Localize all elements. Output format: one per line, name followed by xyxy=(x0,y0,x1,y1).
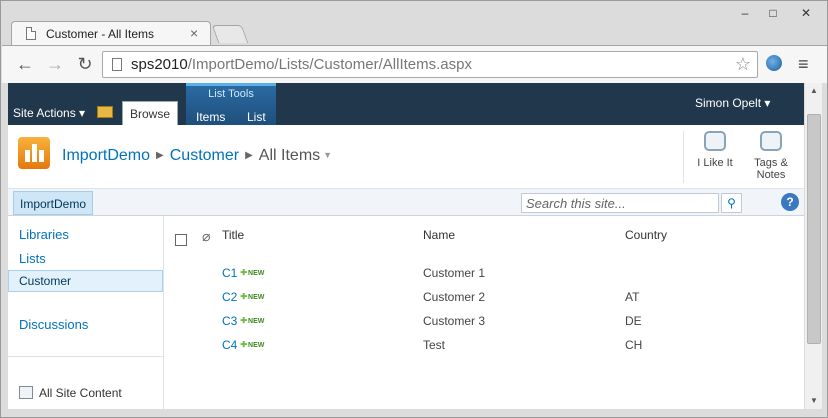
quick-launch: Libraries Lists Customer Discussions All… xyxy=(8,216,164,409)
title-area: ImportDemo ▶ Customer ▶ All Items ▼ I Like It… xyxy=(8,125,804,189)
topnav-site-link[interactable]: ImportDemo xyxy=(13,191,94,215)
breadcrumb-site[interactable]: ImportDemo xyxy=(62,147,150,164)
new-badge: NEW xyxy=(240,318,264,325)
divider xyxy=(8,356,163,357)
back-arrow-icon[interactable]: ← xyxy=(14,54,36,74)
breadcrumb-separator-icon: ▶ xyxy=(245,150,253,161)
all-site-content-link[interactable]: All Site Content xyxy=(19,386,122,400)
new-badge: NEW xyxy=(240,294,264,301)
breadcrumb-separator-icon: ▶ xyxy=(156,150,164,161)
document-icon xyxy=(26,27,36,40)
list-view: ⌀ Title Name Country C1NEW Customer 1 C2… xyxy=(164,216,804,409)
tab-list[interactable]: List xyxy=(247,110,266,124)
browser-tab[interactable]: Customer - All Items × xyxy=(11,21,211,45)
item-name: Customer 2 xyxy=(423,290,486,304)
folder-up-icon[interactable] xyxy=(97,106,113,118)
user-menu[interactable]: Simon Opelt ▾ xyxy=(695,96,770,110)
nav-lists[interactable]: Lists xyxy=(19,251,46,266)
item-name: Customer 1 xyxy=(423,266,486,280)
bookmark-star-icon[interactable]: ☆ xyxy=(735,54,751,75)
help-icon[interactable]: ? xyxy=(781,193,799,211)
item-title[interactable]: C4 xyxy=(222,338,237,352)
reload-icon[interactable]: ↻ xyxy=(74,54,96,74)
address-bar[interactable]: sps2010/ImportDemo/Lists/Customer/AllIte… xyxy=(102,51,758,78)
search-input[interactable]: Search this site... xyxy=(521,193,719,213)
tab-close-icon[interactable]: × xyxy=(190,25,198,41)
column-header-title[interactable]: Title xyxy=(222,228,244,242)
column-header-name[interactable]: Name xyxy=(423,228,455,242)
nav-customer[interactable]: Customer xyxy=(8,270,163,292)
column-header-country[interactable]: Country xyxy=(625,228,667,242)
new-badge: NEW xyxy=(240,270,264,277)
divider xyxy=(683,131,684,183)
nav-discussions[interactable]: Discussions xyxy=(19,317,88,332)
scrollbar-thumb[interactable] xyxy=(807,114,821,344)
breadcrumb-list[interactable]: Customer xyxy=(170,147,239,164)
tags-notes-button[interactable]: Tags & Notes xyxy=(746,131,796,181)
site-content-icon xyxy=(19,386,33,399)
scroll-up-icon[interactable]: ▲ xyxy=(805,83,823,99)
attachment-icon: ⌀ xyxy=(202,228,211,244)
tag-icon xyxy=(704,131,726,151)
url-text[interactable]: sps2010/ImportDemo/Lists/Customer/AllIte… xyxy=(131,56,472,73)
menu-icon[interactable]: ≡ xyxy=(798,54,809,74)
breadcrumb-view[interactable]: All Items xyxy=(259,147,320,164)
vertical-scrollbar[interactable]: ▲ ▼ xyxy=(804,83,822,409)
notes-icon xyxy=(760,131,782,151)
chevron-down-icon[interactable]: ▼ xyxy=(323,150,332,160)
page-icon xyxy=(112,58,122,71)
list-tools-label: List Tools xyxy=(208,88,254,100)
item-country: CH xyxy=(625,338,643,352)
browser-window: – □ ✕ Customer - All Items × ← → ↻ sps20… xyxy=(0,0,828,418)
scroll-down-icon[interactable]: ▼ xyxy=(805,393,823,409)
tab-browse[interactable]: Browse xyxy=(122,101,178,125)
item-country: AT xyxy=(625,290,640,304)
item-title[interactable]: C2 xyxy=(222,290,237,304)
ribbon-bar: Site Actions ▾ Browse List Tools Items L… xyxy=(8,83,804,125)
new-tab-button[interactable] xyxy=(211,25,249,43)
site-logo-icon[interactable] xyxy=(18,137,50,169)
new-badge: NEW xyxy=(240,342,264,349)
maximize-icon[interactable]: □ xyxy=(760,5,786,21)
breadcrumb: ImportDemo ▶ Customer ▶ All Items ▼ xyxy=(62,147,332,165)
select-all-checkbox[interactable] xyxy=(175,234,187,246)
item-title[interactable]: C1 xyxy=(222,266,237,280)
like-button[interactable]: I Like It xyxy=(690,131,740,169)
browser-toolbar: ← → ↻ sps2010/ImportDemo/Lists/Customer/… xyxy=(2,45,827,83)
list-tools-group: List Tools Items List xyxy=(186,83,276,125)
search-icon[interactable]: ⚲ xyxy=(721,193,742,213)
item-name: Test xyxy=(423,338,446,352)
item-country: DE xyxy=(625,314,642,328)
tab-title: Customer - All Items xyxy=(46,27,155,41)
globe-icon[interactable] xyxy=(766,55,782,71)
item-title[interactable]: C3 xyxy=(222,314,237,328)
close-window-icon[interactable]: ✕ xyxy=(788,5,824,21)
forward-arrow-icon[interactable]: → xyxy=(44,54,66,74)
item-name: Customer 3 xyxy=(423,314,486,328)
nav-libraries[interactable]: Libraries xyxy=(19,227,69,242)
site-actions-menu[interactable]: Site Actions ▾ xyxy=(13,106,85,120)
minimize-icon[interactable]: – xyxy=(732,5,758,21)
top-navigation: ImportDemo Search this site... ⚲ ? xyxy=(8,189,804,216)
tab-items[interactable]: Items xyxy=(196,110,225,124)
